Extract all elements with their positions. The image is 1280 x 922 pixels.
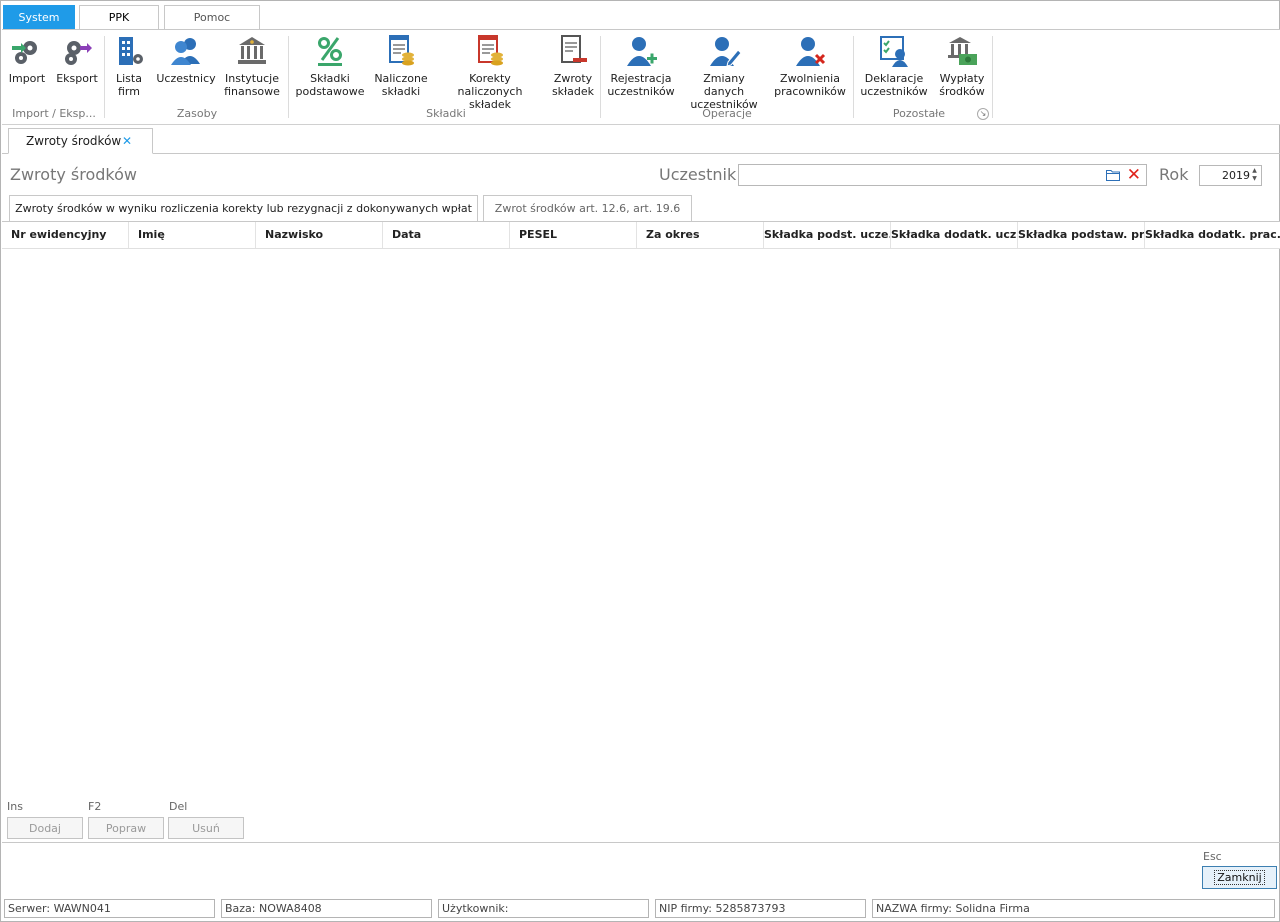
rok-label: Rok (1159, 165, 1189, 184)
user-remove-icon (796, 37, 826, 66)
eksport-button[interactable]: Eksport (55, 34, 99, 85)
export-icon (65, 41, 92, 65)
status-serwer: Serwer: WAWN041 (4, 899, 215, 918)
user-add-icon (627, 37, 657, 66)
ribbon: Import Eksport Lista firm Uczestnicy Ins… (2, 29, 1280, 125)
page-title: Zwroty środków (10, 165, 137, 184)
esc-hint: Esc (1203, 850, 1222, 863)
tab-ppk[interactable]: PPK (79, 5, 159, 31)
uczestnicy-button[interactable]: Uczestnicy (156, 34, 216, 85)
status-baza: Baza: NOWA8408 (221, 899, 432, 918)
column-header[interactable]: Imię (129, 222, 256, 248)
group-zasoby: Zasoby (176, 107, 218, 120)
column-header[interactable]: Składka dodatk. prac... (1145, 222, 1280, 248)
group-import-eksport: Import / Eksp... (12, 107, 96, 120)
ins-hint: Ins (7, 800, 23, 813)
column-header[interactable]: Data (383, 222, 510, 248)
bank-icon (238, 37, 266, 64)
separator (288, 36, 289, 118)
zwolnienia-pracownikow-button[interactable]: Zwolnienia pracowników (772, 34, 848, 98)
naliczone-skladki-button[interactable]: Naliczone składki (372, 34, 430, 98)
document-minus-icon (561, 35, 587, 63)
group-skladki: Składki (426, 107, 466, 120)
skladki-podstawowe-button[interactable]: Składki podstawowe (294, 34, 366, 98)
column-header[interactable]: Nazwisko (256, 222, 383, 248)
declaration-icon (880, 36, 908, 67)
grid-header: Nr ewidencyjny Imię Nazwisko Data PESEL … (2, 222, 1280, 249)
delete-button[interactable]: Usuń (168, 817, 244, 839)
document-coins-correction-icon (478, 35, 503, 66)
divider (2, 842, 1280, 843)
percent-icon (318, 37, 342, 66)
column-header[interactable]: PESEL (510, 222, 637, 248)
column-header[interactable]: Składka podst. ucze... (764, 222, 891, 248)
deklaracje-uczestnikow-button[interactable]: Deklaracje uczestników (859, 34, 929, 98)
add-button[interactable]: Dodaj (7, 817, 83, 839)
separator (992, 36, 993, 118)
folder-icon[interactable] (1106, 169, 1120, 181)
document-tab-zwroty[interactable]: Zwroty środków ✕ (8, 128, 153, 154)
separator (853, 36, 854, 118)
f2-hint: F2 (88, 800, 102, 813)
user-edit-icon (710, 37, 741, 67)
column-header[interactable]: Składka podstaw. pr... (1018, 222, 1145, 248)
tab-zwroty-korekty[interactable]: Zwroty środków w wyniku rozliczenia kore… (9, 195, 478, 223)
uczestnik-input[interactable]: ✕ (738, 164, 1147, 186)
zmiany-danych-button[interactable]: Zmiany danych uczestników (682, 34, 766, 111)
uczestnik-label: Uczestnik (659, 165, 737, 184)
column-header[interactable]: Za okres (637, 222, 764, 248)
separator (600, 36, 601, 118)
korekty-button[interactable]: Korekty naliczonych składek (436, 34, 544, 111)
import-button[interactable]: Import (7, 34, 47, 85)
rok-value: 2019 (1222, 169, 1250, 182)
edit-button[interactable]: Popraw (88, 817, 164, 839)
group-pozostale: Pozostałe (892, 107, 946, 120)
instytucje-finansowe-button[interactable]: Instytucje finansowe (222, 34, 282, 98)
separator (104, 36, 105, 118)
tab-pomoc[interactable]: Pomoc (164, 5, 260, 30)
close-button[interactable]: Zamknij (1202, 866, 1277, 889)
import-icon (12, 41, 37, 64)
spinner-arrows-icon[interactable]: ▲ ▼ (1250, 167, 1259, 183)
building-icon (119, 37, 143, 65)
del-hint: Del (169, 800, 188, 813)
tab-system[interactable]: System (3, 5, 75, 30)
status-uzytkownik: Użytkownik: (438, 899, 649, 918)
status-nazwa-firmy: NAZWA firmy: Solidna Firma (872, 899, 1275, 918)
wyplaty-srodkow-button[interactable]: Wypłaty środków (936, 34, 988, 98)
document-tab-label: Zwroty środków (26, 134, 122, 148)
rok-spinner[interactable]: 2019 ▲ ▼ (1199, 165, 1262, 186)
close-button-label: Zamknij (1214, 870, 1265, 885)
document-coins-icon (389, 35, 414, 66)
status-nip: NIP firmy: 5285873793 (655, 899, 866, 918)
document-tab-strip: Zwroty środków ✕ (2, 125, 1280, 154)
lista-firm-button[interactable]: Lista firm (110, 34, 148, 98)
group-operacje: Operacje (702, 107, 752, 120)
column-header[interactable]: Składka dodatk. ucz... (891, 222, 1018, 248)
cash-bank-icon (948, 37, 977, 65)
people-icon (171, 38, 200, 65)
column-header[interactable]: Nr ewidencyjny (2, 222, 129, 248)
clear-icon[interactable]: ✕ (1127, 165, 1141, 185)
group-launcher-icon[interactable]: ↘ (977, 108, 989, 120)
tab-zwrot-art[interactable]: Zwrot środków art. 12.6, art. 19.6 (483, 195, 692, 222)
app-window: System PPK Pomoc Import Eksport Lista fi… (0, 0, 1280, 922)
close-tab-icon[interactable]: ✕ (122, 129, 132, 154)
rejestracja-uczestnikow-button[interactable]: Rejestracja uczestników (606, 34, 676, 98)
ribbon-tab-strip: System PPK Pomoc (2, 2, 1280, 31)
zwroty-skladek-button[interactable]: Zwroty składek (550, 34, 596, 98)
